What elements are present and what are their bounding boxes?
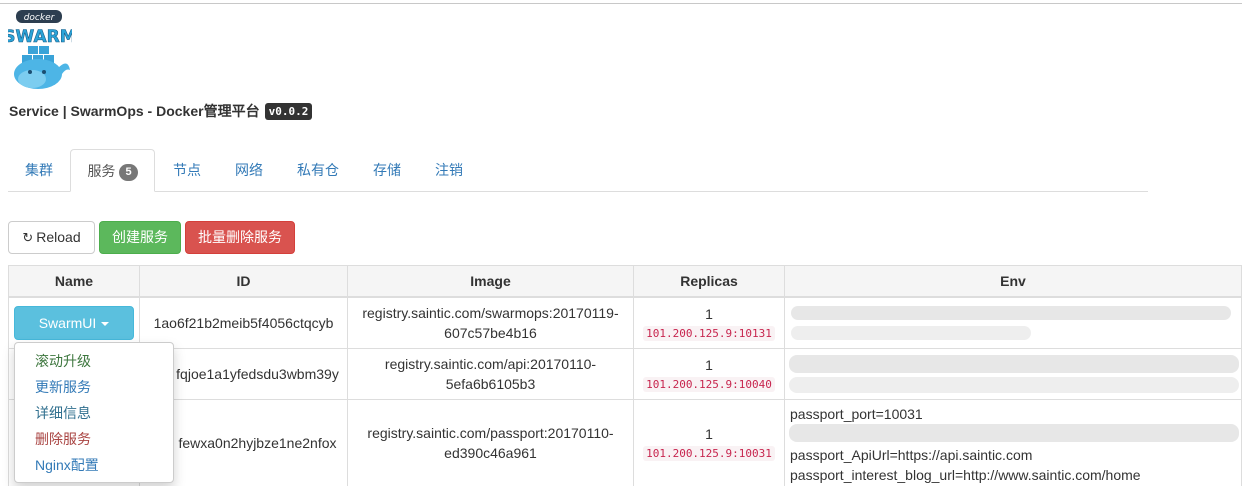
- service-actions-menu: 滚动升级 更新服务 详细信息 删除服务 Nginx配置: [14, 342, 174, 483]
- create-service-label: 创建服务: [112, 229, 168, 245]
- services-count-badge: 5: [119, 164, 138, 181]
- create-service-button[interactable]: 创建服务: [99, 221, 181, 254]
- col-header-id: ID: [140, 265, 348, 298]
- image-line: 607c57be4b16: [444, 325, 537, 341]
- services-table: Name ID Image Replicas Env 1ao6f21b2meib…: [8, 265, 1242, 486]
- menu-item-nginx-config[interactable]: Nginx配置: [15, 452, 173, 478]
- tab-label: 网络: [235, 162, 263, 178]
- tab-cluster[interactable]: 集群: [8, 149, 70, 190]
- env-line: passport_port=10031: [790, 406, 923, 422]
- nav-tabs: 集群 服务 5 节点 网络 私有仓 存储 注销: [8, 149, 1148, 192]
- published-port: 101.200.125.9:10031: [643, 445, 775, 461]
- image-line: ed390c46a961: [444, 445, 537, 461]
- service-id: 1ao6f21b2meib5f4056ctqcyb: [153, 315, 334, 331]
- env-line: passport_ApiUrl=https://api.saintic.com: [790, 447, 1033, 463]
- col-header-replicas: Replicas: [634, 265, 785, 298]
- col-header-name: Name: [8, 265, 140, 298]
- service-actions-dropdown-button[interactable]: SwarmUI: [14, 306, 134, 340]
- caret-down-icon: [101, 322, 110, 326]
- batch-delete-label: 批量删除服务: [198, 229, 282, 245]
- tab-label: 存储: [373, 162, 401, 178]
- image-line: registry.saintic.com/swarmops:20170119-: [362, 305, 619, 321]
- image-line: registry.saintic.com/api:20170110-: [384, 356, 597, 372]
- menu-item-update-service[interactable]: 更新服务: [15, 374, 173, 400]
- table-row-1-image: registry.saintic.com/swarmops:20170119- …: [348, 298, 634, 349]
- tab-label: 私有仓: [297, 162, 339, 178]
- redacted-env: [789, 424, 1239, 442]
- replica-count: 1: [705, 356, 713, 373]
- published-port: 101.200.125.9:10040: [643, 376, 775, 392]
- service-id: fqjoe1a1yfedsdu3wbm39y: [176, 366, 339, 382]
- tab-network[interactable]: 网络: [220, 149, 278, 190]
- refresh-icon: ↻: [22, 230, 34, 245]
- version-badge: v0.0.2: [264, 102, 313, 120]
- redacted-env: [789, 377, 1239, 393]
- tab-storage[interactable]: 存储: [358, 149, 416, 190]
- table-row-2-image: registry.saintic.com/api:20170110- 5efa6…: [348, 349, 634, 400]
- published-port: 101.200.125.9:10131: [643, 325, 775, 341]
- redacted-env: [791, 326, 1031, 340]
- svg-text:SWARM: SWARM: [8, 27, 72, 47]
- menu-item-rolling-upgrade[interactable]: 滚动升级: [15, 348, 173, 374]
- tab-private-registry[interactable]: 私有仓: [283, 149, 353, 190]
- service-name: SwarmUI: [38, 315, 97, 331]
- docker-swarm-logo: docker SWARM: [3, 8, 77, 94]
- tab-services[interactable]: 服务 5: [70, 149, 155, 192]
- tab-label: 节点: [173, 162, 201, 178]
- replica-count: 1: [705, 425, 713, 442]
- service-id: fewxa0n2hyjbze1ne2nfox: [178, 435, 337, 451]
- image-line: registry.saintic.com/passport:20170110-: [367, 425, 614, 441]
- table-row-3-image: registry.saintic.com/passport:20170110- …: [348, 400, 634, 486]
- batch-delete-button[interactable]: 批量删除服务: [185, 221, 295, 254]
- env-line: passport_interest_blog_url=http://www.sa…: [790, 467, 1141, 483]
- tab-label: 服务: [87, 163, 116, 179]
- top-border: [0, 3, 1242, 4]
- image-line: 5efa6b6105b3: [445, 376, 536, 392]
- tab-label: 集群: [25, 162, 53, 178]
- reload-button[interactable]: ↻ Reload: [8, 221, 95, 254]
- reload-label: Reload: [36, 229, 81, 245]
- replica-count: 1: [705, 305, 713, 322]
- tab-label: 注销: [435, 162, 463, 178]
- redacted-env: [789, 355, 1239, 373]
- table-row-3-replicas: 1 101.200.125.9:10031: [634, 400, 785, 486]
- menu-item-delete-service[interactable]: 删除服务: [15, 426, 173, 452]
- page-title-text: Service | SwarmOps - Docker管理平台: [9, 103, 260, 119]
- col-header-image: Image: [348, 265, 634, 298]
- tab-nodes[interactable]: 节点: [158, 149, 216, 190]
- col-header-env: Env: [785, 265, 1242, 298]
- tab-logout[interactable]: 注销: [420, 149, 478, 190]
- table-row-1-env: [785, 298, 1242, 349]
- table-row-2-replicas: 1 101.200.125.9:10040: [634, 349, 785, 400]
- page-title: Service | SwarmOps - Docker管理平台 v0.0.2: [9, 100, 313, 122]
- svg-text:docker: docker: [24, 13, 56, 23]
- table-row-2-env: [785, 349, 1242, 400]
- redacted-env: [791, 306, 1231, 320]
- menu-item-details[interactable]: 详细信息: [15, 400, 173, 426]
- table-row-1-replicas: 1 101.200.125.9:10131: [634, 298, 785, 349]
